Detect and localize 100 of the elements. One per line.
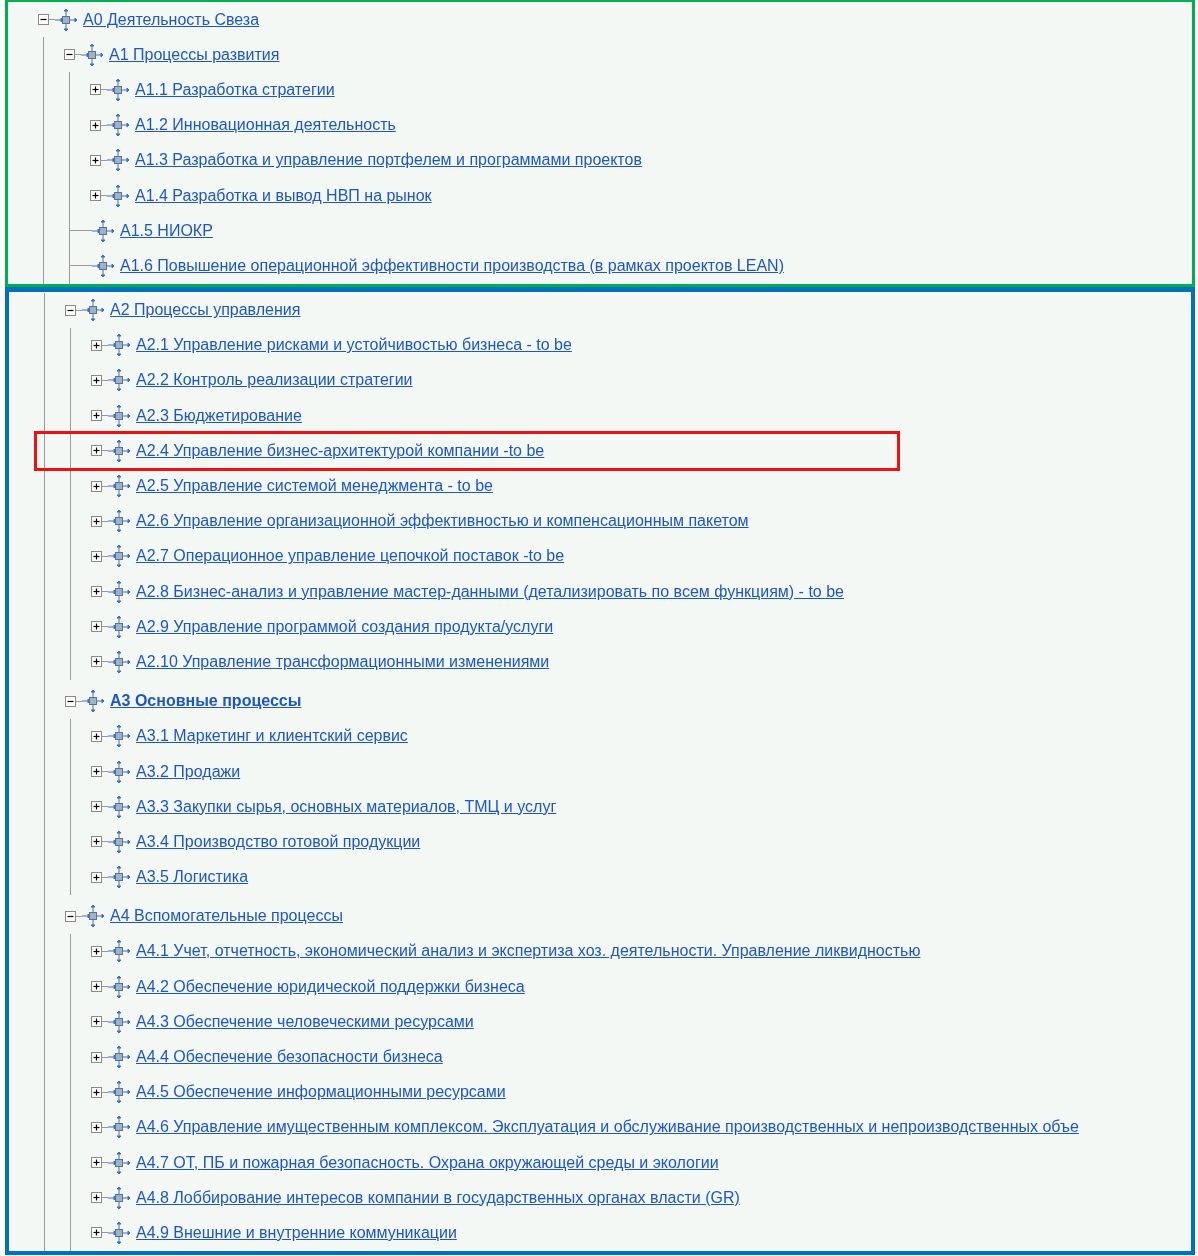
tree-item-link[interactable]: A1.2 Инновационная деятельность bbox=[135, 116, 396, 135]
tree-item-link[interactable]: A4.6 Управление имущественным комплексом. Эксплуатация и обслуживание производственных и непроизводственных объе bbox=[136, 1118, 1079, 1137]
tree-item-link[interactable]: A3.5 Логистика bbox=[136, 868, 249, 887]
tree-item-link[interactable]: A2.5 Управление системой менеджмента - to be bbox=[136, 477, 493, 496]
expand-toggle[interactable] bbox=[91, 445, 102, 457]
expand-toggle[interactable] bbox=[91, 981, 102, 993]
expand-toggle[interactable] bbox=[91, 339, 102, 351]
process-icon bbox=[108, 1151, 130, 1174]
expand-toggle[interactable] bbox=[91, 766, 102, 778]
collapse-toggle[interactable] bbox=[65, 695, 76, 707]
process-icon bbox=[108, 866, 130, 889]
expand-toggle[interactable] bbox=[91, 621, 102, 633]
process-icon bbox=[108, 615, 130, 638]
process-icon bbox=[108, 650, 130, 673]
expand-toggle[interactable] bbox=[91, 1051, 102, 1063]
expand-toggle[interactable] bbox=[91, 550, 102, 562]
process-icon bbox=[108, 830, 130, 853]
tree-item-link[interactable]: A3 Основные процессы bbox=[110, 692, 302, 711]
expand-toggle[interactable] bbox=[90, 119, 101, 131]
tree-item-link[interactable]: A4.8 Лоббирование интересов компании в государственных органах власти (GR) bbox=[136, 1188, 740, 1207]
expand-toggle[interactable] bbox=[90, 190, 101, 202]
process-icon bbox=[81, 43, 103, 66]
tree-item-link[interactable]: A2.3 Бюджетирование bbox=[136, 406, 302, 425]
process-icon bbox=[108, 940, 130, 963]
process-icon bbox=[108, 975, 130, 998]
process-icon bbox=[108, 725, 130, 748]
process-icon bbox=[108, 1186, 130, 1209]
expand-toggle[interactable] bbox=[91, 1227, 102, 1239]
tree-item-link[interactable]: A2.9 Управление программой создания продукта/услуги bbox=[136, 617, 554, 636]
tree-item-link[interactable]: A3.4 Производство готовой продукции bbox=[136, 832, 421, 851]
process-icon bbox=[55, 8, 77, 31]
tree-item-link[interactable]: A2.7 Операционное управление цепочкой поставок -to be bbox=[136, 547, 565, 566]
process-icon bbox=[107, 149, 129, 172]
process-icon bbox=[82, 299, 104, 322]
tree-item-link[interactable]: A4.3 Обеспечение человеческими ресурсами bbox=[136, 1012, 474, 1031]
expand-toggle[interactable] bbox=[90, 84, 101, 96]
process-icon bbox=[108, 404, 130, 427]
process-icon bbox=[107, 114, 129, 137]
process-icon bbox=[108, 1010, 130, 1033]
process-icon bbox=[108, 795, 130, 818]
tree-item-link[interactable]: A2.8 Бизнес-анализ и управление мастер-данными (детализировать по всем функциям) - to be bbox=[136, 582, 844, 601]
tree-item-link[interactable]: A3.3 Закупки сырья, основных материалов, ТМЦ и услуг bbox=[136, 797, 557, 816]
tree-item-link[interactable]: A1.4 Разработка и вывод НВП на рынок bbox=[135, 186, 432, 205]
expand-toggle[interactable] bbox=[91, 374, 102, 386]
process-icon bbox=[108, 1081, 130, 1104]
expand-toggle[interactable] bbox=[90, 154, 101, 166]
process-icon bbox=[108, 439, 130, 462]
tree-item-link[interactable]: A4 Вспомогательные процессы bbox=[110, 907, 343, 926]
expand-toggle[interactable] bbox=[91, 730, 102, 742]
collapse-toggle[interactable] bbox=[65, 304, 76, 316]
expand-toggle[interactable] bbox=[91, 1086, 102, 1098]
tree-item-link[interactable]: A4.2 Обеспечение юридической поддержки бизнеса bbox=[136, 977, 525, 996]
tree-item-link[interactable]: A4.7 ОТ, ПБ и пожарная безопасность. Охрана окружающей среды и экологии bbox=[136, 1153, 719, 1172]
process-icon bbox=[108, 580, 130, 603]
expand-toggle[interactable] bbox=[91, 945, 102, 957]
tree-item-link[interactable]: A2.10 Управление трансформационными изменениями bbox=[136, 652, 550, 671]
expand-toggle[interactable] bbox=[91, 410, 102, 422]
tree-item-link[interactable]: A4.1 Учет, отчетность, экономический анализ и экспертиза хоз. деятельности. Управление ликвидностью bbox=[136, 942, 921, 961]
process-icon bbox=[82, 905, 104, 928]
tree-item-link[interactable]: A2.6 Управление организационной эффективностью и компенсационным пакетом bbox=[136, 512, 749, 531]
tree-item-link[interactable]: A1 Процессы развития bbox=[109, 45, 280, 64]
process-icon bbox=[107, 78, 129, 101]
tree-item-link[interactable]: A0 Деятельность Свеза bbox=[83, 10, 260, 29]
tree-item-link[interactable]: A1.3 Разработка и управление портфелем и программами проектов bbox=[135, 151, 642, 170]
process-icon bbox=[92, 254, 114, 277]
tree-item-link[interactable]: A2.1 Управление рисками и устойчивостью бизнеса - to be bbox=[136, 336, 572, 355]
expand-toggle[interactable] bbox=[91, 836, 102, 848]
expand-toggle[interactable] bbox=[91, 480, 102, 492]
process-icon bbox=[108, 545, 130, 568]
tree-item-link[interactable]: A1.6 Повышение операционной эффективности производства (в рамках проектов LEAN) bbox=[120, 256, 784, 275]
expand-toggle[interactable] bbox=[91, 586, 102, 598]
expand-toggle[interactable] bbox=[91, 656, 102, 668]
tree-item-link[interactable]: A2.4 Управление бизнес-архитектурой компании -to be bbox=[136, 441, 545, 460]
expand-toggle[interactable] bbox=[91, 1192, 102, 1204]
expand-toggle[interactable] bbox=[91, 1016, 102, 1028]
expand-toggle[interactable] bbox=[91, 515, 102, 527]
collapse-toggle[interactable] bbox=[64, 49, 75, 61]
tree-item-link[interactable]: A2.2 Контроль реализации стратегии bbox=[136, 371, 413, 390]
expand-toggle[interactable] bbox=[91, 1121, 102, 1133]
process-icon bbox=[108, 475, 130, 498]
expand-toggle[interactable] bbox=[91, 801, 102, 813]
process-icon bbox=[108, 1221, 130, 1244]
tree-item-link[interactable]: A3.1 Маркетинг и клиентский сервис bbox=[136, 727, 408, 746]
process-icon bbox=[108, 760, 130, 783]
tree-item-link[interactable]: A2 Процессы управления bbox=[110, 301, 301, 320]
process-icon bbox=[108, 1116, 130, 1139]
collapse-toggle[interactable] bbox=[65, 910, 76, 922]
process-icon bbox=[108, 510, 130, 533]
process-icon bbox=[107, 184, 129, 207]
tree-item-link[interactable]: A3.2 Продажи bbox=[136, 762, 241, 781]
tree-item-link[interactable]: A4.4 Обеспечение безопасности бизнеса bbox=[136, 1048, 443, 1067]
tree-item-link[interactable]: A4.9 Внешние и внутренние коммуникации bbox=[136, 1223, 457, 1242]
expand-toggle[interactable] bbox=[91, 871, 102, 883]
tree-item-link[interactable]: A1.5 НИОКР bbox=[120, 221, 213, 240]
collapse-toggle[interactable] bbox=[38, 14, 49, 26]
process-icon bbox=[108, 369, 130, 392]
expand-toggle[interactable] bbox=[91, 1157, 102, 1169]
tree-item-link[interactable]: A1.1 Разработка стратегии bbox=[135, 80, 335, 99]
tree-item-link[interactable]: A4.5 Обеспечение информационными ресурсами bbox=[136, 1083, 506, 1102]
process-icon bbox=[92, 219, 114, 242]
